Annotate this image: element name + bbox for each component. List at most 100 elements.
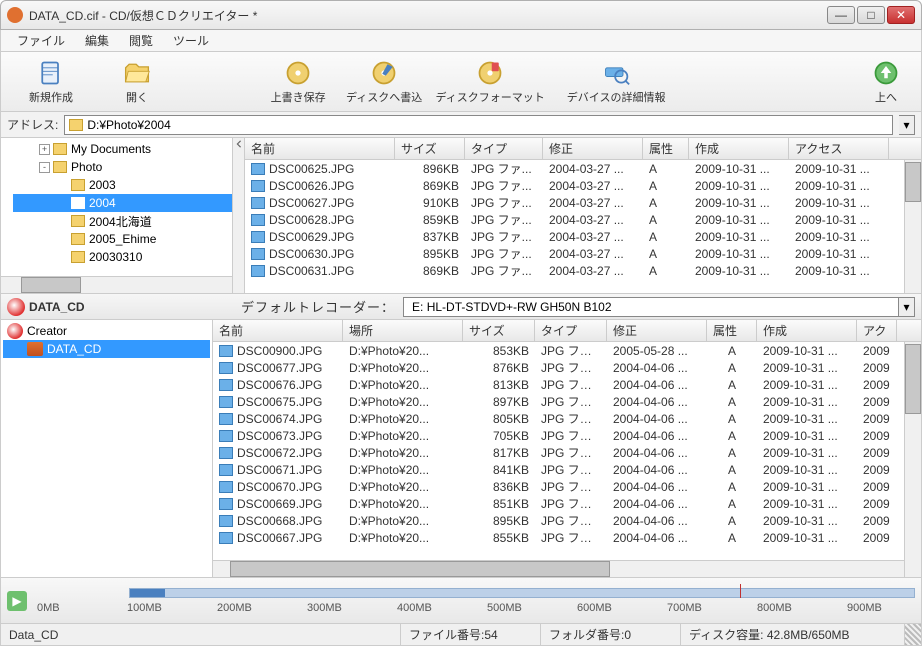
address-dropdown[interactable]: ▾ xyxy=(899,115,915,135)
ruler-tick-label: 400MB xyxy=(397,602,432,614)
project-file-row[interactable]: DSC00674.JPGD:¥Photo¥20...805KBJPG ファ...… xyxy=(213,410,921,427)
disc-small-icon xyxy=(27,342,43,356)
tree-hscroll[interactable] xyxy=(1,276,232,293)
ruler-tick-label: 900MB xyxy=(847,602,882,614)
write-button[interactable]: ディスクへ書込 xyxy=(344,55,424,109)
project-file-row[interactable]: DSC00677.JPGD:¥Photo¥20...876KBJPG ファ...… xyxy=(213,359,921,376)
ruler-tick-label: 700MB xyxy=(667,602,702,614)
device-info-icon xyxy=(602,59,630,87)
file-row[interactable]: DSC00626.JPG869KBJPG ファ...2004-03-27 ...… xyxy=(245,177,921,194)
recorder-select[interactable]: E: HL-DT-STDVD+-RW GH50N B102 ▾ xyxy=(403,297,915,317)
ruler-tick-label: 100MB xyxy=(127,602,162,614)
lcol-mod[interactable]: 修正 xyxy=(607,320,707,341)
resize-grip[interactable] xyxy=(905,624,921,645)
lcol-acc[interactable]: アク xyxy=(857,320,897,341)
app-icon xyxy=(7,7,23,23)
project-file-row[interactable]: DSC00669.JPGD:¥Photo¥20...851KBJPG ファ...… xyxy=(213,495,921,512)
project-file-row[interactable]: DSC00671.JPGD:¥Photo¥20...841KBJPG ファ...… xyxy=(213,461,921,478)
lcol-size[interactable]: サイズ xyxy=(463,320,535,341)
run-icon[interactable]: ▶ xyxy=(7,591,27,611)
lcol-cre[interactable]: 作成 xyxy=(757,320,857,341)
up-button[interactable]: 上へ xyxy=(861,55,911,109)
file-row[interactable]: DSC00628.JPG859KBJPG ファ...2004-03-27 ...… xyxy=(245,211,921,228)
project-file-row[interactable]: DSC00676.JPGD:¥Photo¥20...813KBJPG ファ...… xyxy=(213,376,921,393)
toolbar: 新規作成 開く 上書き保存 ディスクへ書込 ディスクフォーマット デバイスの詳細… xyxy=(0,52,922,112)
format-button[interactable]: ディスクフォーマット xyxy=(430,55,550,109)
address-box[interactable] xyxy=(64,115,893,135)
address-input[interactable] xyxy=(87,118,888,132)
tree-item[interactable]: 20030310 xyxy=(13,248,232,266)
project-bar: DATA_CD デフォルトレコーダー： E: HL-DT-STDVD+-RW G… xyxy=(0,294,922,320)
col-mod[interactable]: 修正 xyxy=(543,138,643,159)
status-bar: Data_CD ファイル番号:54 フォルダ番号:0 ディスク容量: 42.8M… xyxy=(0,624,922,646)
ruler-tick-label: 500MB xyxy=(487,602,522,614)
source-file-list: 名前 サイズ タイプ 修正 属性 作成 アクセス DSC00625.JPG896… xyxy=(245,138,921,293)
status-folders: フォルダ番号:0 xyxy=(541,624,681,645)
col-cre[interactable]: 作成 xyxy=(689,138,789,159)
lcol-loc[interactable]: 場所 xyxy=(343,320,463,341)
col-acc[interactable]: アクセス xyxy=(789,138,889,159)
window-title: DATA_CD.cif - CD/仮想ＣＤクリエイター * xyxy=(29,7,827,24)
project-file-row[interactable]: DSC00668.JPGD:¥Photo¥20...895KBJPG ファ...… xyxy=(213,512,921,529)
status-files: ファイル番号:54 xyxy=(401,624,541,645)
collapse-gutter[interactable] xyxy=(233,138,245,293)
project-file-list: 名前 場所 サイズ タイプ 修正 属性 作成 アク DSC00900.JPGD:… xyxy=(213,320,921,577)
capacity-limit-marker xyxy=(740,584,741,598)
menu-edit[interactable]: 編集 xyxy=(75,30,119,51)
menu-tool[interactable]: ツール xyxy=(163,30,219,51)
lower-vscroll[interactable] xyxy=(904,342,921,577)
disc-format-icon xyxy=(476,59,504,87)
col-attr[interactable]: 属性 xyxy=(643,138,689,159)
folder-tree[interactable]: +My Documents-Photo200320042004北海道2005_E… xyxy=(1,138,233,293)
address-bar: アドレス: ▾ xyxy=(0,112,922,138)
col-name[interactable]: 名前 xyxy=(245,138,395,159)
open-icon xyxy=(123,59,151,87)
menubar: ファイル 編集 閲覧 ツール xyxy=(0,30,922,52)
address-label: アドレス: xyxy=(7,116,58,133)
tree-item[interactable]: +My Documents xyxy=(13,140,232,158)
project-file-row[interactable]: DSC00900.JPGD:¥Photo¥20...853KBJPG ファ...… xyxy=(213,342,921,359)
tree-item[interactable]: 2004北海道 xyxy=(13,212,232,230)
col-type[interactable]: タイプ xyxy=(465,138,543,159)
disc-save-icon xyxy=(284,59,312,87)
file-row[interactable]: DSC00630.JPG895KBJPG ファ...2004-03-27 ...… xyxy=(245,245,921,262)
project-file-row[interactable]: DSC00673.JPGD:¥Photo¥20...705KBJPG ファ...… xyxy=(213,427,921,444)
chevron-down-icon[interactable]: ▾ xyxy=(898,298,914,316)
lcol-attr[interactable]: 属性 xyxy=(707,320,757,341)
file-row[interactable]: DSC00625.JPG896KBJPG ファ...2004-03-27 ...… xyxy=(245,160,921,177)
device-info-button[interactable]: デバイスの詳細情報 xyxy=(556,55,676,109)
upper-vscroll[interactable] xyxy=(904,160,921,293)
minimize-button[interactable]: — xyxy=(827,6,855,24)
tree-item[interactable]: -Photo xyxy=(13,158,232,176)
lower-hscroll[interactable] xyxy=(213,560,904,577)
project-file-row[interactable]: DSC00670.JPGD:¥Photo¥20...836KBJPG ファ...… xyxy=(213,478,921,495)
open-button[interactable]: 開く xyxy=(97,55,177,109)
project-file-row[interactable]: DSC00667.JPGD:¥Photo¥20...855KBJPG ファ...… xyxy=(213,529,921,546)
project-file-row[interactable]: DSC00675.JPGD:¥Photo¥20...897KBJPG ファ...… xyxy=(213,393,921,410)
maximize-button[interactable]: □ xyxy=(857,6,885,24)
col-size[interactable]: サイズ xyxy=(395,138,465,159)
menu-view[interactable]: 閲覧 xyxy=(119,30,163,51)
close-button[interactable]: ✕ xyxy=(887,6,915,24)
new-button[interactable]: 新規作成 xyxy=(11,55,91,109)
lower-header[interactable]: 名前 場所 サイズ タイプ 修正 属性 作成 アク xyxy=(213,320,921,342)
menu-file[interactable]: ファイル xyxy=(7,30,75,51)
project-tree-root[interactable]: Creator xyxy=(3,322,210,340)
lcol-type[interactable]: タイプ xyxy=(535,320,607,341)
lcol-name[interactable]: 名前 xyxy=(213,320,343,341)
save-button[interactable]: 上書き保存 xyxy=(258,55,338,109)
file-row[interactable]: DSC00627.JPG910KBJPG ファ...2004-03-27 ...… xyxy=(245,194,921,211)
file-row[interactable]: DSC00629.JPG837KBJPG ファ...2004-03-27 ...… xyxy=(245,228,921,245)
project-tree-item[interactable]: DATA_CD xyxy=(3,340,210,358)
capacity-bar xyxy=(129,588,915,598)
tree-item[interactable]: 2004 xyxy=(13,194,232,212)
tree-item[interactable]: 2003 xyxy=(13,176,232,194)
file-row[interactable]: DSC00631.JPG869KBJPG ファ...2004-03-27 ...… xyxy=(245,262,921,279)
upper-header[interactable]: 名前 サイズ タイプ 修正 属性 作成 アクセス xyxy=(245,138,921,160)
folder-icon xyxy=(69,119,83,131)
project-file-row[interactable]: DSC00672.JPGD:¥Photo¥20...817KBJPG ファ...… xyxy=(213,444,921,461)
tree-item[interactable]: 2005_Ehime xyxy=(13,230,232,248)
project-tree[interactable]: Creator DATA_CD xyxy=(1,320,213,577)
ruler-tick-label: 300MB xyxy=(307,602,342,614)
new-icon xyxy=(37,59,65,87)
